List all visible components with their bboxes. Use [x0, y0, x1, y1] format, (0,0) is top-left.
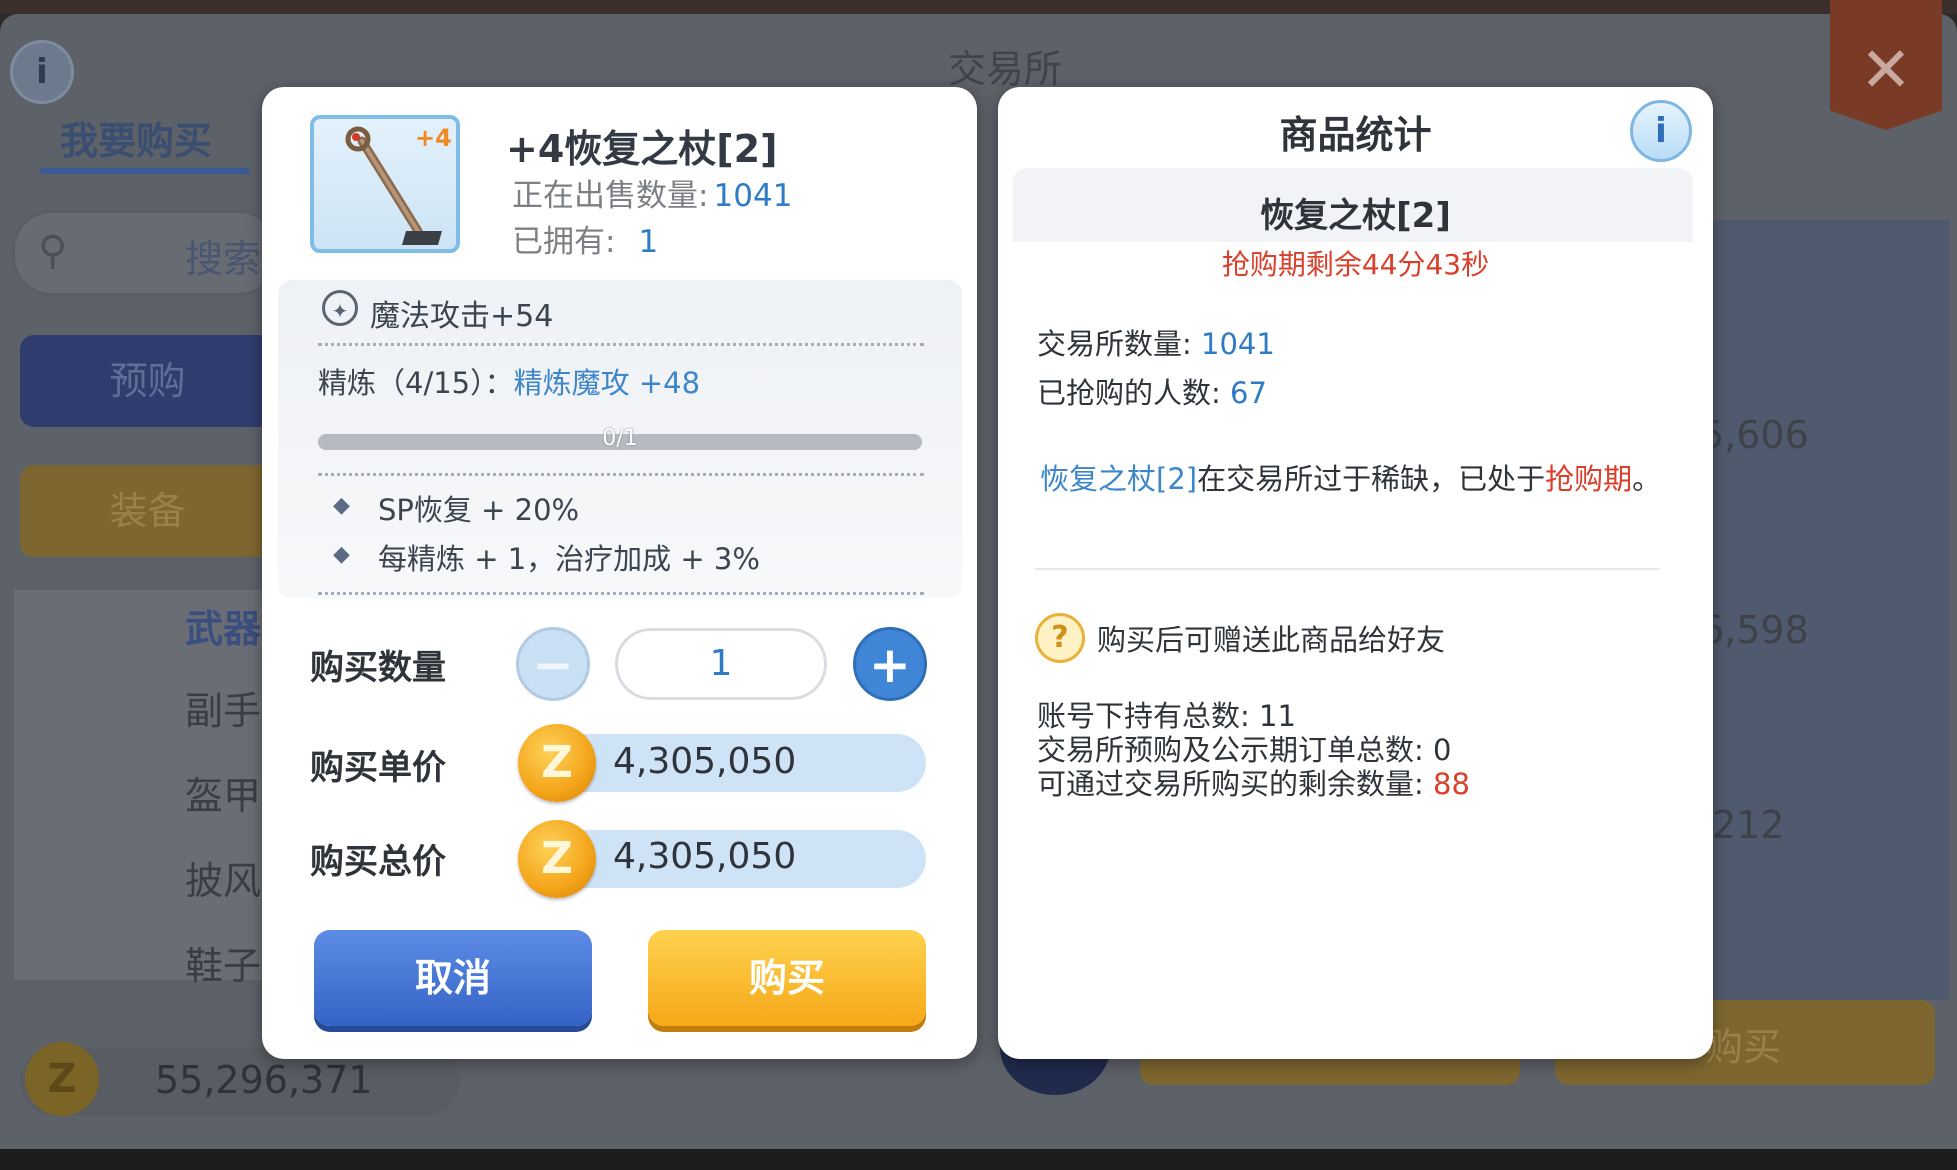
refine-line: 精炼（4/15）：精炼魔攻 +48 [318, 360, 700, 402]
background-buy-label: 购买 [1705, 1025, 1782, 1069]
remaining-label: 可通过交易所购买的剩余数量: [1037, 767, 1424, 801]
diamond-bullet-icon: ◆ [333, 542, 350, 567]
gift-notice: 购买后可赠送此商品给好友 [1097, 623, 1446, 657]
effect-heal-bonus: 每精炼 + 1，治疗加成 + 3% [378, 542, 760, 576]
bottom-strip [0, 1149, 1957, 1170]
equipment-button[interactable]: 装备 [20, 465, 275, 557]
effect-sp-recovery: SP恢复 + 20% [378, 493, 580, 527]
help-icon[interactable]: ? [1035, 613, 1085, 663]
diamond-bullet-icon: ◆ [333, 493, 350, 518]
statistics-item-name: 恢复之杖[2] [1260, 196, 1451, 236]
info-icon[interactable]: i [10, 40, 74, 104]
unit-price-label: 购买单价 [310, 748, 446, 788]
owned-label: 已拥有: [512, 224, 616, 260]
selling-value: 1041 [713, 178, 793, 214]
quantity-field[interactable] [615, 628, 827, 700]
buyers-label: 已抢购的人数: [1037, 376, 1221, 410]
remaining-value: 88 [1433, 767, 1470, 801]
owned-value: 1 [638, 224, 659, 260]
window-title: 交易所 [947, 47, 1062, 91]
buyers-value: 67 [1230, 376, 1267, 410]
exchange-qty-label: 交易所数量: [1037, 327, 1192, 361]
category-weapon[interactable]: 武器 [185, 598, 261, 653]
exchange-quantity: 交易所数量: 1041 [1037, 321, 1275, 363]
unit-price-value: 4,305,050 [613, 741, 797, 782]
category-offhand[interactable]: 副手 [185, 680, 261, 735]
zeny-coin-icon: Z [518, 820, 596, 898]
remaining-quantity: 可通过交易所购买的剩余数量: 88 [1037, 761, 1470, 803]
scarcity-notice: 恢复之杖[2]在交易所过于稀缺，已处于抢购期。 [1040, 460, 1670, 498]
total-price-value: 4,305,050 [613, 836, 797, 877]
notice-item-link[interactable]: 恢复之杖[2] [1040, 462, 1197, 496]
preorder-button[interactable]: 预购 [20, 335, 275, 427]
category-shoes[interactable]: 鞋子 [185, 935, 261, 990]
owned-count: 已拥有: 1 [512, 216, 658, 261]
search-icon: ⚲ [38, 228, 68, 274]
close-icon[interactable]: ✕ [1830, 0, 1942, 130]
magic-attack-stat: 魔法攻击+54 [370, 299, 554, 334]
cancel-button[interactable]: 取消 [314, 930, 592, 1026]
selling-count: 正在出售数量: 1041 [512, 170, 792, 215]
selling-label: 正在出售数量: [512, 178, 709, 214]
refine-badge: +4 [415, 124, 452, 152]
divider [1035, 568, 1660, 570]
statistics-title: 商品统计 [1279, 113, 1432, 157]
category-armor[interactable]: 盔甲 [185, 765, 261, 820]
divider [318, 343, 924, 346]
listing-price: 5,606 [1700, 413, 1809, 457]
item-name: +4恢复之杖[2] [506, 127, 778, 171]
refine-value: 精炼魔攻 +48 [513, 366, 701, 400]
listing-price: 6,598 [1700, 608, 1809, 652]
buyers-count: 已抢购的人数: 67 [1037, 370, 1267, 412]
category-cloak[interactable]: 披风 [185, 850, 261, 905]
zeny-coin-icon: Z [25, 1042, 99, 1116]
total-price-label: 购买总价 [310, 842, 446, 882]
notice-end: 。 [1632, 462, 1662, 496]
top-strip [0, 0, 1957, 14]
tab-buy[interactable]: 我要购买 [60, 110, 212, 165]
increase-qty-button[interactable]: + [853, 627, 927, 701]
refine-progress-text: 0/1 [602, 426, 638, 451]
tab-underline [40, 168, 250, 174]
zeny-coin-icon: Z [518, 724, 596, 802]
decrease-qty-button[interactable]: − [516, 627, 590, 701]
divider [318, 473, 924, 476]
zeny-balance: 55,296,371 [155, 1058, 373, 1102]
notice-text: 在交易所过于稀缺，已处于 [1197, 462, 1546, 496]
qty-label: 购买数量 [310, 648, 446, 688]
magic-attack-icon: ✦ [322, 290, 358, 326]
info-icon[interactable]: i [1630, 100, 1692, 162]
divider [318, 592, 924, 595]
flash-sale-timer: 抢购期剩余44分43秒 [1221, 248, 1490, 281]
search-placeholder: 搜索 [185, 237, 262, 281]
exchange-qty-value: 1041 [1201, 327, 1275, 361]
buy-button[interactable]: 购买 [648, 930, 926, 1026]
notice-highlight: 抢购期 [1545, 462, 1633, 496]
refine-label: 精炼（4/15）： [318, 366, 514, 400]
